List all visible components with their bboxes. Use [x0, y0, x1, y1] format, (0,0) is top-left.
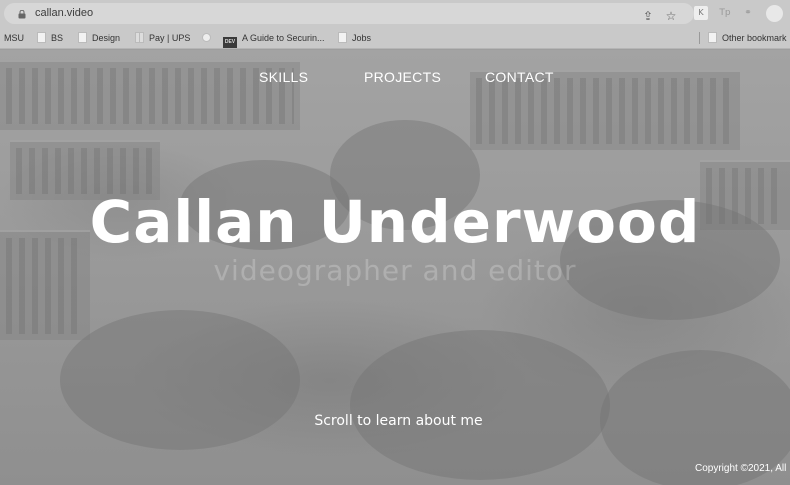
- copyright-text: Copyright ©2021, All: [695, 463, 787, 474]
- bookmark-bs[interactable]: BS: [37, 31, 63, 45]
- folder-icon: [708, 32, 717, 43]
- share-icon[interactable]: ⇪: [641, 9, 655, 23]
- other-bookmarks-label: Other bookmark: [722, 33, 787, 43]
- profile-avatar[interactable]: [766, 5, 783, 22]
- extension-tp-icon[interactable]: Tp: [718, 6, 732, 20]
- bookmark-pay-ups[interactable]: Pay | UPS: [135, 31, 190, 45]
- nav-skills[interactable]: SKILLS: [259, 69, 308, 85]
- bookmark-label: A Guide to Securin...: [242, 33, 325, 43]
- bookmark-msu[interactable]: MSU: [4, 31, 24, 45]
- bookmark-design[interactable]: Design: [78, 31, 120, 45]
- page-icon: [78, 32, 87, 43]
- dot-icon: [202, 33, 211, 42]
- extension-k-icon[interactable]: K: [694, 6, 708, 20]
- bookmark-jobs[interactable]: Jobs: [338, 31, 371, 45]
- bookmark-star-icon[interactable]: ☆: [664, 9, 678, 23]
- extension-link-icon[interactable]: ⚭: [741, 6, 755, 20]
- hero-subtitle: videographer and editor: [213, 254, 577, 287]
- other-bookmarks[interactable]: Other bookmark: [708, 31, 787, 45]
- bookmark-label: BS: [51, 33, 64, 43]
- bookmark-label: MSU: [4, 33, 24, 43]
- grid-icon: [135, 32, 144, 43]
- hero-title: Callan Underwood: [89, 188, 701, 256]
- hero-section: SKILLS PROJECTS CONTACT Callan Underwood…: [0, 50, 790, 485]
- bookmark-label: Jobs: [352, 33, 372, 43]
- browser-toolbar: callan.video ⇪ ☆ K Tp ⚭: [0, 0, 790, 27]
- nav-projects[interactable]: PROJECTS: [364, 69, 441, 85]
- bookmark-label: Design: [92, 33, 121, 43]
- nav-contact[interactable]: CONTACT: [485, 69, 554, 85]
- bookmark-dev-guide[interactable]: DEV A Guide to Securin...: [223, 31, 325, 48]
- url-text: callan.video: [35, 7, 94, 19]
- dev-icon: DEV: [223, 37, 237, 48]
- scroll-hint[interactable]: Scroll to learn about me: [0, 413, 790, 429]
- bookmarks-divider: [699, 32, 700, 44]
- bookmark-dot[interactable]: [202, 31, 216, 45]
- lock-icon: [18, 10, 26, 19]
- bookmarks-bar: MSU BS Design Pay | UPS DEV A Guide to Se…: [0, 27, 790, 49]
- page-icon: [37, 32, 46, 43]
- bookmark-label: Pay | UPS: [149, 33, 191, 43]
- address-bar[interactable]: callan.video ⇪ ☆: [4, 3, 694, 24]
- page-icon: [338, 32, 347, 43]
